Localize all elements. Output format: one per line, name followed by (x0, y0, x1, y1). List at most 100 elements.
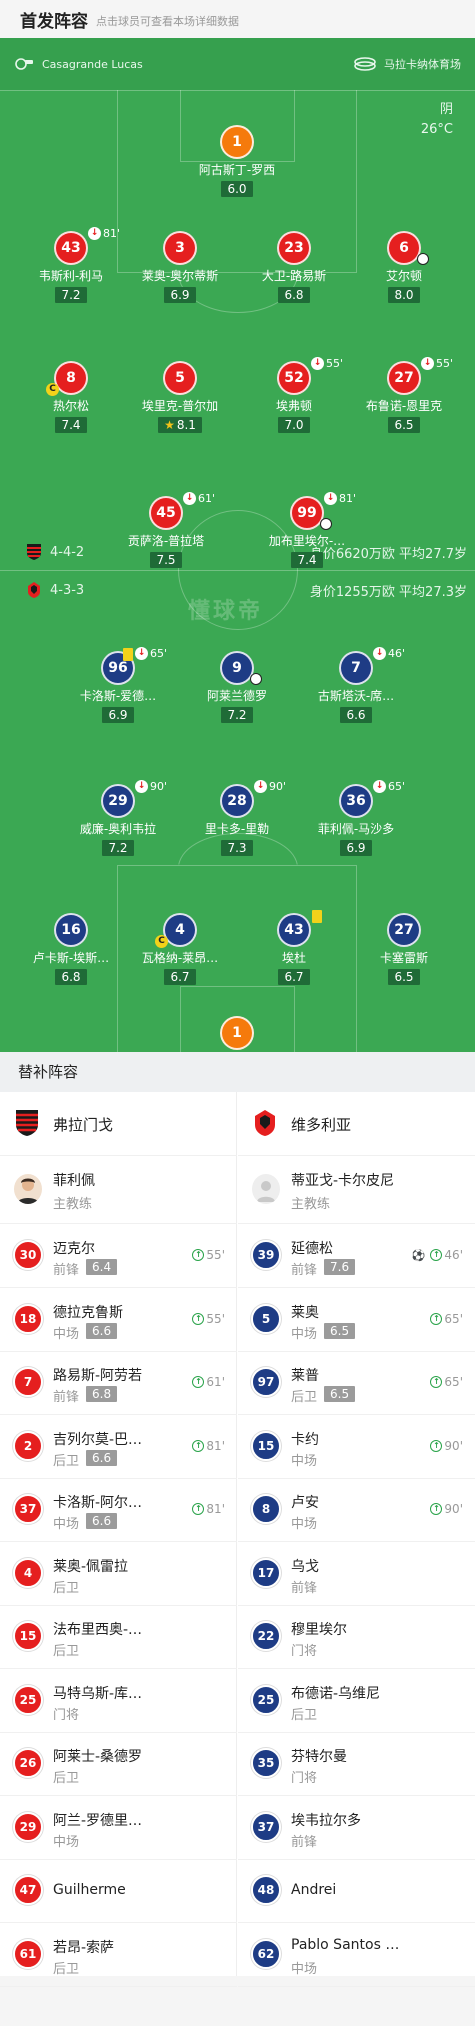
goal-ball-icon (320, 518, 332, 530)
sub-minute: 55' (436, 357, 454, 370)
coach-role: 主教练 (53, 1197, 93, 1212)
rating-value: 6.0 (227, 182, 247, 196)
page-title: 首发阵容 (20, 11, 88, 32)
sub-player-name: 吉列尔莫-巴… (53, 1431, 143, 1448)
sub-player-row[interactable]: 7 路易斯-阿劳若 前锋 6.8 ↑ 61' (0, 1351, 237, 1415)
player-name: 卡塞雷斯 (379, 951, 428, 965)
player-rating: 7.2 (221, 707, 253, 723)
sub-player-row[interactable]: 5 莱奥 中场 6.5 ↑ 65' (238, 1288, 475, 1352)
sub-player-row[interactable]: 61 若昂-索萨 后卫 (0, 1923, 237, 1987)
vitoria-logo-icon (255, 1110, 275, 1136)
sub-player-row[interactable]: 25 马特乌斯-库… 门将 (0, 1669, 237, 1733)
sub-player-row[interactable]: 30 迈克尔 前锋 6.4 ↑ 55' (0, 1224, 237, 1288)
sub-player-row[interactable]: 29 阿兰-罗德里… 中场 (0, 1796, 237, 1860)
sub-player-position: 中场 (53, 1834, 80, 1850)
sub-player-row[interactable]: 25 布德诺-乌维尼 后卫 (238, 1669, 475, 1733)
match-info-bar: Casagrande Lucas 马拉卡纳体育场 (0, 38, 475, 90)
sub-player-row[interactable]: 62 Pablo Santos … 中场 (238, 1923, 475, 1987)
away-player[interactable]: 1卢卡斯-阿尔…6.8 (162, 1016, 312, 1052)
sub-in-minute: 65' (444, 1311, 463, 1326)
sub-out-icon: ↓ (254, 780, 267, 793)
rating-value: 7.2 (61, 288, 81, 302)
sub-player-row[interactable]: 37 卡洛斯-阿尔… 中场 6.6 ↑ 81' (0, 1478, 237, 1542)
sub-player-number: 25 (251, 1684, 281, 1715)
sub-player-number: 61 (13, 1938, 43, 1969)
sub-in-badge: ↑ 55' (192, 1312, 225, 1326)
player-rating: 8.0 (388, 287, 420, 303)
home-player[interactable]: 6 艾尔顿 8.0 (329, 231, 475, 303)
sub-in-icon: ↑ (430, 1249, 443, 1261)
sub-player-row[interactable]: 26 阿莱士-桑德罗 后卫 (0, 1732, 237, 1796)
player-rating-row: 6.9 (281, 837, 431, 856)
sub-player-position: 后卫 (291, 1707, 318, 1723)
rating-value: 6.9 (108, 708, 128, 722)
home-team-row[interactable]: 弗拉门戈 (0, 1092, 237, 1156)
sub-player-name: 卡约 (291, 1431, 319, 1448)
home-player[interactable]: 1 阿古斯丁-罗西 6.0 (162, 125, 312, 197)
sub-player-rating: 7.6 (324, 1259, 356, 1275)
player-rating-row: 7.5 (91, 549, 241, 568)
home-player[interactable]: 99 ↓ 81' 加布里埃尔-… 7.4 (232, 492, 382, 568)
sub-player-row[interactable]: 18 德拉克鲁斯 中场 6.6 ↑ 55' (0, 1288, 237, 1352)
sub-player-row[interactable]: 4 莱奥-佩雷拉 后卫 (0, 1542, 237, 1606)
sub-player-row[interactable]: 47 Guilherme (0, 1859, 237, 1923)
sub-player-row[interactable]: 39 延德松 前锋 7.6 ⚽ ↑ 46' (238, 1224, 475, 1288)
away-player[interactable]: 27 卡塞雷斯 6.5 (329, 913, 475, 985)
sub-in-badge: ↑ 55' (192, 1248, 225, 1262)
temperature: 26°C (420, 122, 453, 137)
coach-role: 主教练 (291, 1197, 331, 1212)
player-rating: 7.2 (102, 840, 134, 856)
sub-player-row[interactable]: 37 埃韦拉尔多 前锋 (238, 1796, 475, 1860)
player-rating-row: 6.0 (162, 178, 312, 197)
sub-player-name: 莱奥-佩雷拉 (53, 1558, 129, 1575)
sub-player-name: 迈克尔 (53, 1241, 95, 1257)
away-team-row[interactable]: 维多利亚 (238, 1092, 475, 1156)
player-name: 菲利佩-马沙多 (317, 822, 395, 836)
sub-player-position: 前锋 (291, 1263, 318, 1278)
yellow-card-icon (123, 648, 133, 661)
rating-value: 6.5 (394, 418, 414, 432)
away-player[interactable]: 7 ↓ 46' 古斯塔沃-席… 6.6 (281, 647, 431, 723)
sub-player-row[interactable]: 15 法布里西奥-… 后卫 (0, 1605, 237, 1669)
sub-out-icon: ↓ (88, 227, 101, 240)
sub-player-row[interactable]: 2 吉列尔莫-巴… 后卫 6.6 ↑ 81' (0, 1415, 237, 1479)
sub-player-row[interactable]: 8 卢安 中场 ↑ 90' (238, 1478, 475, 1542)
coach-avatar (252, 1174, 280, 1204)
player-rating-row: 8.0 (329, 284, 475, 303)
sub-player-position: 中场 (291, 1961, 318, 1977)
sub-player-row[interactable]: 22 穆里埃尔 门将 (238, 1605, 475, 1669)
rating-value: 7.5 (156, 553, 176, 567)
sub-player-row[interactable]: 48 Andrei (238, 1859, 475, 1923)
away-coach-row[interactable]: 蒂亚戈-卡尔皮尼 主教练 (238, 1156, 475, 1224)
stadium-icon (354, 57, 376, 71)
away-team-name: 维多利亚 (291, 1116, 352, 1134)
sub-in-minute: 65' (444, 1375, 463, 1389)
rating-value: 8.0 (394, 288, 414, 302)
sub-player-number: 7 (13, 1367, 43, 1397)
home-coach-row[interactable]: 菲利佩 主教练 (0, 1156, 237, 1224)
sub-player-position: 后卫 (53, 1580, 80, 1596)
sub-in-icon: ↑ (192, 1312, 205, 1325)
coach-name: 菲利佩 (53, 1173, 95, 1189)
sub-player-row[interactable]: 35 芬特尔曼 门将 (238, 1732, 475, 1796)
sub-player-row[interactable]: 15 卡约 中场 ↑ 90' (238, 1415, 475, 1479)
sub-player-name: 德拉克鲁斯 (53, 1304, 123, 1321)
sub-player-number: 22 (251, 1621, 281, 1651)
player-rating: 7.0 (278, 417, 310, 433)
sub-player-rating: 6.5 (324, 1322, 356, 1339)
home-player[interactable]: 27 ↓ 55' 布鲁诺-恩里克 6.5 (329, 357, 475, 433)
away-player[interactable]: 36 ↓ 65' 菲利佩-马沙多 6.9 (281, 780, 431, 856)
player-rating: 6.7 (164, 969, 196, 985)
rating-value: 7.3 (227, 841, 247, 855)
sub-player-name: 卡洛斯-阿尔… (53, 1495, 143, 1511)
sub-player-row[interactable]: 97 莱普 后卫 6.5 ↑ 65' (238, 1351, 475, 1415)
substitution-badge: ↓ 81' (324, 492, 356, 505)
sub-player-row[interactable]: 17 乌戈 前锋 (238, 1542, 475, 1606)
substitution-badge: ↓ 46' (373, 647, 405, 660)
sub-out-icon: ↓ (311, 357, 324, 370)
sub-player-position: 门将 (291, 1644, 318, 1659)
sub-in-minute: 55' (206, 1248, 225, 1262)
away-subs-column: 维多利亚 蒂亚戈-卡尔皮尼 主教练 39 延德松 前锋 7.6 ⚽ ↑ 46' 5 莱奥 中场 6.… (238, 1092, 475, 1987)
sub-in-badge: ↑ 65' (430, 1312, 463, 1326)
home-player[interactable]: 45 ↓ 61' 贡萨洛-普拉塔 7.5 (91, 492, 241, 568)
